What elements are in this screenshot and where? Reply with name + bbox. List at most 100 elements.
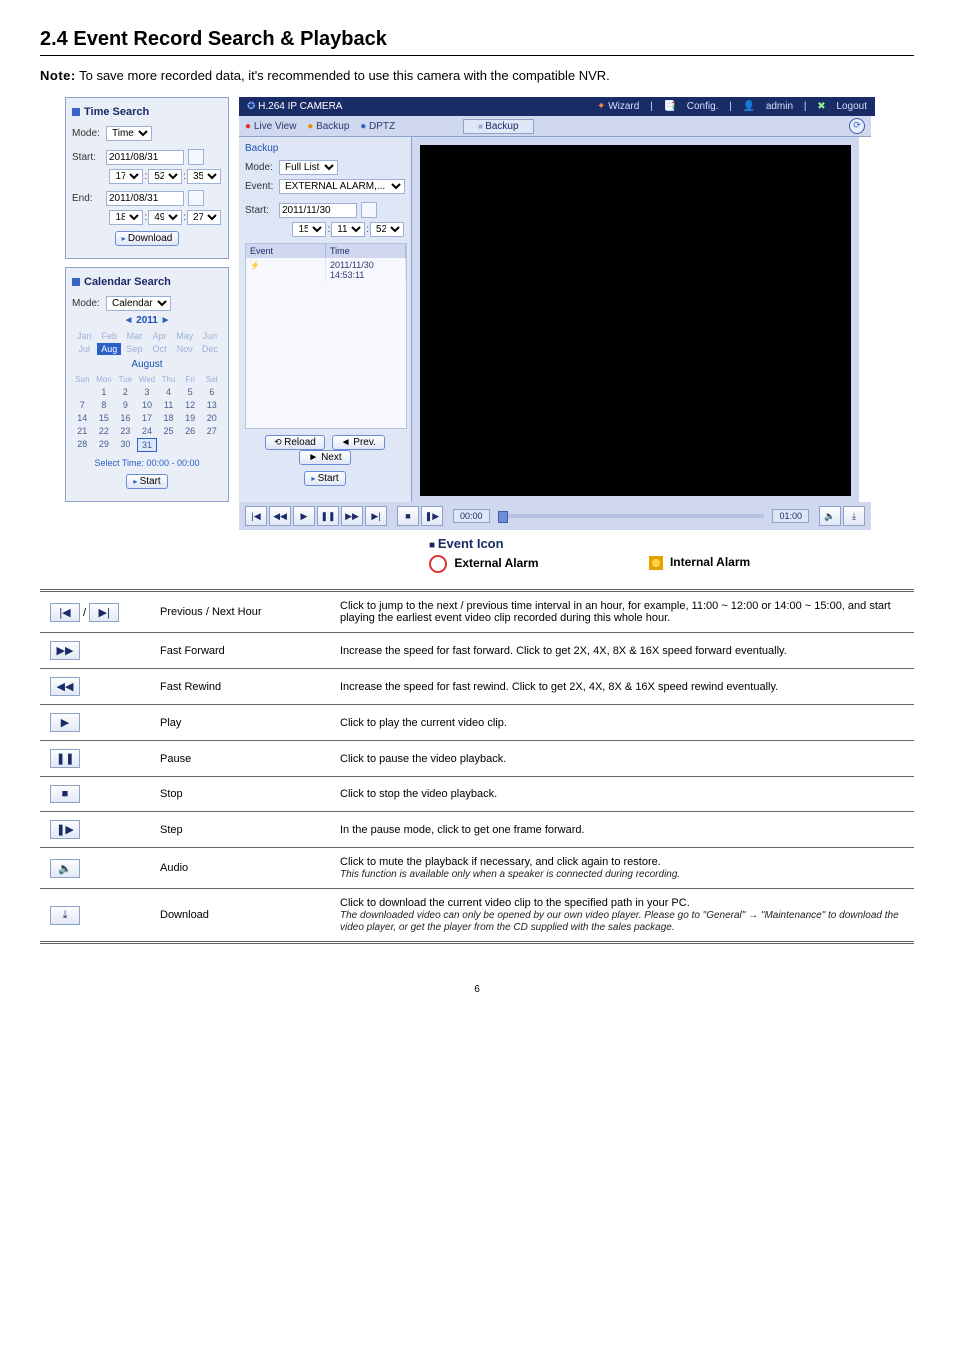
- wizard-link[interactable]: Wizard: [597, 101, 639, 112]
- day-cell[interactable]: 1: [94, 386, 115, 398]
- day-cell[interactable]: 2: [115, 386, 136, 398]
- fast-forward-icon[interactable]: ▶▶: [341, 506, 363, 526]
- audio-icon[interactable]: 🔈: [819, 506, 841, 526]
- next-hour-icon[interactable]: ▶|: [365, 506, 387, 526]
- download-icon[interactable]: ⤓: [843, 506, 865, 526]
- month-cell[interactable]: Apr: [147, 330, 171, 342]
- day-cell[interactable]: 11: [158, 399, 179, 411]
- end-min[interactable]: 49: [148, 210, 182, 225]
- month-cell[interactable]: Dec: [198, 343, 222, 355]
- day-cell[interactable]: 17: [137, 412, 158, 424]
- dptz-tab[interactable]: DPTZ: [360, 121, 395, 132]
- event-cell: [246, 258, 326, 282]
- active-tab[interactable]: Backup: [463, 119, 533, 134]
- day-cell[interactable]: 4: [158, 386, 179, 398]
- bk-mode-select[interactable]: Full List: [279, 160, 338, 175]
- step-icon[interactable]: ❚▶: [421, 506, 443, 526]
- day-cell[interactable]: 29: [94, 438, 115, 452]
- button-reference-table: |◀ / ▶|Previous / Next HourClick to jump…: [40, 589, 914, 944]
- day-cell[interactable]: 28: [72, 438, 93, 452]
- prev-hour-icon[interactable]: |◀: [245, 506, 267, 526]
- config-link[interactable]: 📑 Config.: [663, 101, 718, 112]
- stop-icon[interactable]: ■: [397, 506, 419, 526]
- prev-button[interactable]: ◄ Prev.: [332, 435, 385, 450]
- month-cell[interactable]: Sep: [122, 343, 146, 355]
- cal-mode-select[interactable]: Calendar: [106, 296, 171, 311]
- day-cell[interactable]: 16: [115, 412, 136, 424]
- row-icon: ◀◀: [40, 669, 150, 705]
- calendar-icon[interactable]: [188, 190, 204, 206]
- bk-hour[interactable]: 15: [292, 222, 326, 237]
- month-cell[interactable]: Mar: [122, 330, 146, 342]
- day-cell[interactable]: 14: [72, 412, 93, 424]
- end-sec[interactable]: 27: [187, 210, 221, 225]
- mode-select[interactable]: Time: [106, 126, 152, 141]
- day-cell[interactable]: 23: [115, 425, 136, 437]
- next-button[interactable]: ► Next: [299, 450, 350, 465]
- play-icon[interactable]: ▶: [293, 506, 315, 526]
- end-date-input[interactable]: [106, 191, 184, 206]
- day-cell[interactable]: 5: [180, 386, 201, 398]
- day-cell[interactable]: 6: [201, 386, 222, 398]
- calendar-icon[interactable]: [361, 202, 377, 218]
- sep: |: [650, 101, 653, 112]
- month-cell[interactable]: May: [173, 330, 197, 342]
- day-cell[interactable]: 9: [115, 399, 136, 411]
- month-cell[interactable]: Oct: [147, 343, 171, 355]
- day-cell[interactable]: 13: [201, 399, 222, 411]
- day-cell[interactable]: 18: [158, 412, 179, 424]
- month-cell[interactable]: Jan: [72, 330, 96, 342]
- day-cell[interactable]: 12: [180, 399, 201, 411]
- bk-sec[interactable]: 52: [370, 222, 404, 237]
- month-cell[interactable]: Nov: [173, 343, 197, 355]
- download-button[interactable]: Download: [115, 231, 180, 246]
- timeline-slider[interactable]: [498, 514, 765, 518]
- calendar-icon[interactable]: [188, 149, 204, 165]
- day-cell[interactable]: 27: [201, 425, 222, 437]
- table-row: ❚▶StepIn the pause mode, click to get on…: [40, 812, 914, 848]
- day-cell[interactable]: 30: [115, 438, 136, 452]
- day-cell[interactable]: 8: [94, 399, 115, 411]
- admin-link[interactable]: 👤 admin: [743, 101, 793, 112]
- day-cell[interactable]: 31: [137, 438, 158, 452]
- day-cell[interactable]: 10: [137, 399, 158, 411]
- table-row: ⤓DownloadClick to download the current v…: [40, 889, 914, 943]
- day-cell[interactable]: 25: [158, 425, 179, 437]
- start-date-input[interactable]: [106, 150, 184, 165]
- month-cell[interactable]: Jul: [72, 343, 96, 355]
- backup-tab[interactable]: Backup: [307, 121, 349, 132]
- refresh-icon[interactable]: ⟳: [849, 118, 865, 134]
- bk-start-button[interactable]: Start: [304, 471, 345, 486]
- day-cell[interactable]: 21: [72, 425, 93, 437]
- bk-min[interactable]: 11: [331, 222, 365, 237]
- next-year-icon[interactable]: ►: [161, 315, 171, 326]
- month-cell[interactable]: Jun: [198, 330, 222, 342]
- start-sec[interactable]: 35: [187, 169, 221, 184]
- start-hour[interactable]: 17: [109, 169, 143, 184]
- event-row[interactable]: 2011/11/30 14:53:11: [246, 258, 406, 282]
- time-search-panel: Time Search Mode: Time Start: 17: 52: 35…: [65, 97, 229, 259]
- cal-start-button[interactable]: Start: [126, 474, 167, 489]
- day-cell[interactable]: 22: [94, 425, 115, 437]
- day-cell[interactable]: 20: [201, 412, 222, 424]
- start-min[interactable]: 52: [148, 169, 182, 184]
- bk-start-date[interactable]: [279, 203, 357, 218]
- day-cell[interactable]: 24: [137, 425, 158, 437]
- fast-rewind-icon[interactable]: ◀◀: [269, 506, 291, 526]
- camera-titlebar: H.264 IP CAMERA Wizard | 📑 Config. | 👤 a…: [239, 97, 875, 116]
- day-cell[interactable]: 26: [180, 425, 201, 437]
- liveview-tab[interactable]: Live View: [245, 121, 296, 132]
- logout-link[interactable]: ✖ Logout: [817, 101, 867, 112]
- day-cell[interactable]: 15: [94, 412, 115, 424]
- bk-event-select[interactable]: EXTERNAL ALARM,...: [279, 179, 405, 194]
- end-hour[interactable]: 18: [109, 210, 143, 225]
- day-cell[interactable]: 7: [72, 399, 93, 411]
- prev-year-icon[interactable]: ◄: [123, 315, 133, 326]
- table-row: 🔈AudioClick to mute the playback if nece…: [40, 848, 914, 889]
- reload-button[interactable]: Reload: [265, 435, 325, 450]
- day-cell[interactable]: 19: [180, 412, 201, 424]
- month-cell[interactable]: Feb: [97, 330, 121, 342]
- pause-icon[interactable]: ❚❚: [317, 506, 339, 526]
- month-cell[interactable]: Aug: [97, 343, 121, 355]
- day-cell[interactable]: 3: [137, 386, 158, 398]
